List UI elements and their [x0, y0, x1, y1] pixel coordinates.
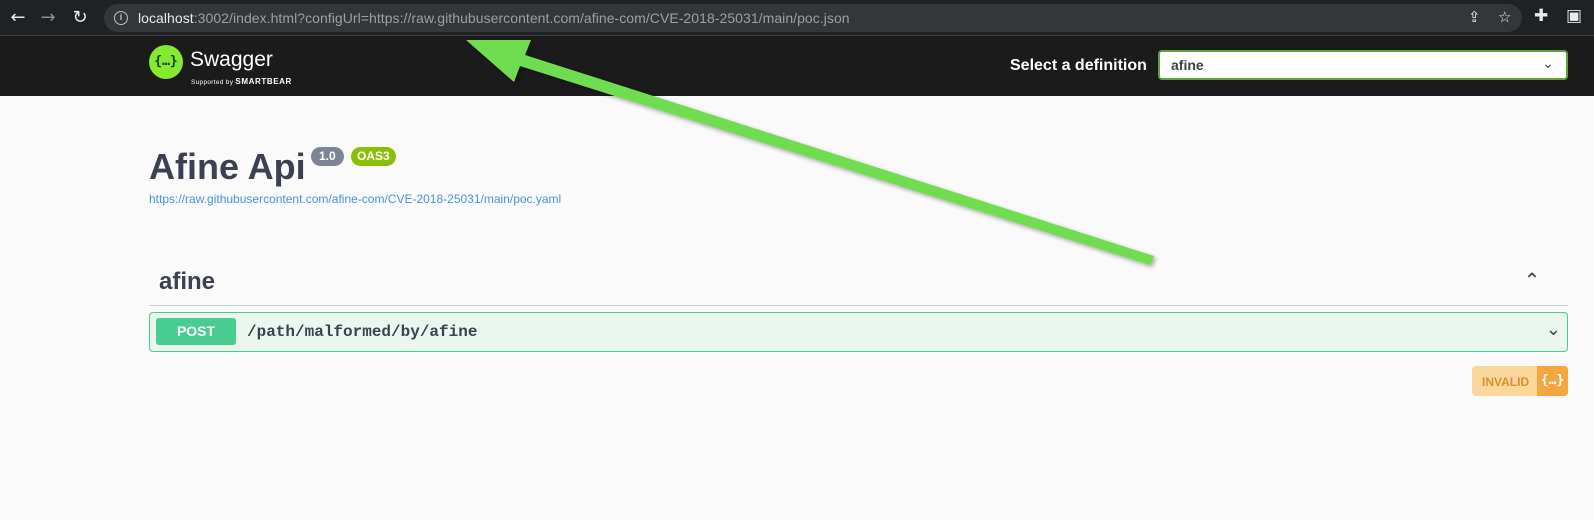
definition-select[interactable]: afine ⌄ [1158, 50, 1568, 80]
validator-badge[interactable]: INVALID {…} [1472, 366, 1568, 396]
back-icon[interactable]: ← [6, 6, 30, 30]
swagger-logo-text[interactable]: Swagger [190, 48, 273, 72]
method-badge: POST [156, 318, 236, 345]
swagger-topbar: {…} Swagger Supported by SMARTBEAR Selec… [0, 36, 1594, 96]
info-icon[interactable]: i [114, 11, 128, 25]
chevron-up-icon[interactable]: ⌃ [1520, 268, 1544, 292]
side-panel-icon[interactable]: ▣ [1566, 6, 1582, 26]
oas-badge: OAS3 [351, 147, 396, 166]
logo-sub-prefix: Supported by [191, 79, 234, 86]
swagger-logo-icon[interactable]: {…} [149, 45, 183, 79]
validator-status: INVALID [1482, 375, 1530, 389]
reload-icon[interactable]: ↻ [68, 6, 92, 30]
browser-toolbar: ← → ↻ i localhost:3002/index.html?config… [0, 0, 1594, 36]
share-icon[interactable]: ⇪ [1468, 8, 1481, 26]
star-icon[interactable]: ☆ [1498, 8, 1511, 26]
forward-icon[interactable]: → [36, 6, 60, 30]
definition-select-value: afine [1171, 57, 1204, 73]
api-title: Afine Api [149, 146, 306, 187]
url-path: :3002/index.html?configUrl=https://raw.g… [193, 10, 850, 26]
operation-path: /path/malformed/by/afine [247, 323, 478, 341]
extensions-icon[interactable]: ✚ [1534, 6, 1548, 26]
swagger-logo-subtitle: Supported by SMARTBEAR [191, 77, 292, 86]
address-bar[interactable]: i localhost:3002/index.html?configUrl=ht… [104, 4, 1522, 32]
logo-sub-brand: SMARTBEAR [235, 77, 292, 86]
tag-divider [149, 305, 1568, 306]
version-badge: 1.0 [311, 147, 344, 166]
chevron-down-icon[interactable]: ⌄ [1546, 319, 1561, 340]
select-definition-label: Select a definition [1010, 57, 1147, 74]
url-host: localhost [138, 10, 194, 26]
spec-url-link[interactable]: https://raw.githubusercontent.com/afine-… [149, 192, 561, 206]
chevron-down-icon: ⌄ [1542, 56, 1554, 72]
validator-braces-icon: {…} [1537, 366, 1568, 396]
tag-title[interactable]: afine [159, 268, 215, 296]
url-text[interactable]: localhost:3002/index.html?configUrl=http… [138, 10, 850, 26]
operation-post-block[interactable]: POST /path/malformed/by/afine ⌄ [149, 312, 1568, 352]
